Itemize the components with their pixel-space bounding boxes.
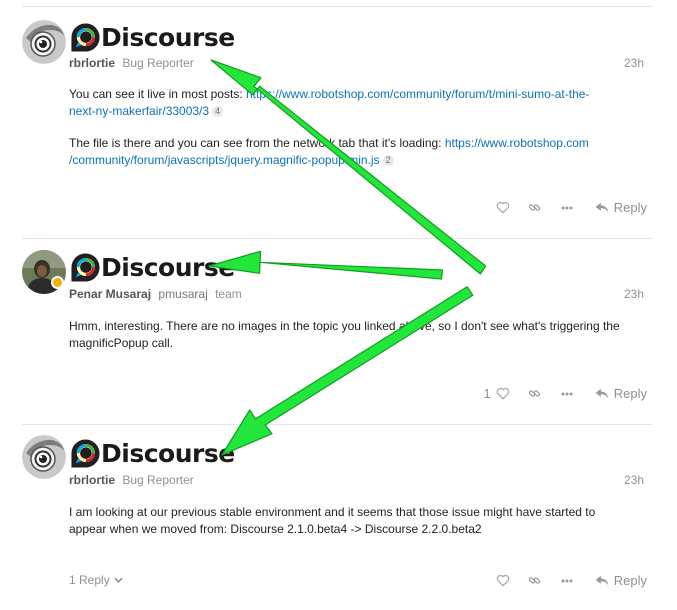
like-count[interactable]: 1 (484, 386, 491, 401)
group-flair-icon (51, 276, 64, 289)
post-meta: Penar Musaraj pmusaraj team (69, 287, 242, 301)
reply-icon (595, 388, 609, 399)
username[interactable]: pmusaraj (158, 287, 207, 301)
discourse-brand: Discourse (69, 434, 235, 472)
link-text: next-ny-makerfair/33003/3 (69, 103, 210, 118)
more-icon (561, 206, 573, 209)
more-button[interactable] (561, 579, 573, 583)
share-link-button[interactable] (528, 387, 541, 400)
post-actions: Reply (496, 200, 647, 215)
like-button[interactable] (496, 387, 510, 400)
brand-name: Discourse (101, 22, 235, 52)
like-button[interactable] (496, 574, 510, 587)
link-text: https://www.robotshop.com (444, 136, 589, 150)
post-divider (22, 238, 653, 239)
avatar[interactable] (22, 435, 66, 479)
annotation-arrow-left (208, 250, 444, 280)
link-icon (528, 204, 540, 211)
heart-icon (496, 201, 510, 214)
show-replies-button[interactable]: 1 Reply (69, 573, 123, 587)
discourse-logo-icon (71, 22, 100, 52)
link-text: https://www.robotshop.com/community/foru… (245, 87, 590, 101)
post-paragraph: You can see it live in most posts: https… (69, 86, 649, 119)
post-meta: rbrlortie Bug Reporter (69, 56, 194, 70)
avatar[interactable] (22, 20, 66, 64)
link-icon (528, 390, 540, 397)
reply-label: Reply (613, 573, 647, 588)
avatar-eye-icon (22, 20, 66, 64)
full-name[interactable]: Penar Musaraj (69, 287, 151, 301)
more-button[interactable] (561, 206, 573, 210)
post-divider (22, 424, 653, 425)
link-text: /community/forum/javascripts/jquery.magn… (69, 152, 380, 167)
reply-icon (595, 575, 609, 586)
brand-name: Discourse (101, 438, 235, 468)
reply-label: Reply (613, 200, 647, 215)
link-icon (528, 577, 540, 584)
reply-button[interactable]: Reply (595, 573, 647, 588)
post-meta: rbrlortie Bug Reporter (69, 473, 194, 487)
post-body: You can see it live in most posts: https… (69, 86, 649, 184)
replies-count-label: 1 Reply (69, 573, 110, 587)
discourse-logo-icon (71, 252, 100, 282)
click-count-badge: 4 (212, 105, 224, 117)
user-group[interactable]: team (215, 287, 242, 301)
post-date[interactable]: 23h (624, 473, 644, 487)
discourse-logo-icon (71, 438, 100, 468)
chevron-down-icon (114, 577, 123, 583)
post-date[interactable]: 23h (624, 287, 644, 301)
post-actions: 1 Reply (484, 386, 647, 401)
annotation-arrow-down (221, 286, 474, 456)
reply-button[interactable]: Reply (595, 200, 647, 215)
brand-name: Discourse (101, 252, 235, 282)
avatar-eye-icon (22, 435, 66, 479)
post-paragraph: I am looking at our previous stable envi… (69, 505, 596, 536)
like-button[interactable] (496, 201, 510, 214)
heart-icon (496, 387, 510, 400)
username[interactable]: rbrlortie (69, 56, 115, 70)
username[interactable]: rbrlortie (69, 473, 115, 487)
post-actions: Reply (496, 573, 647, 588)
share-link-button[interactable] (528, 201, 541, 214)
reply-icon (595, 202, 609, 213)
paragraph-text: The file is there and you can see from t… (69, 136, 445, 150)
more-icon (561, 579, 573, 582)
click-count-badge: 2 (382, 154, 394, 166)
reply-button[interactable]: Reply (595, 386, 647, 401)
post-body: I am looking at our previous stable envi… (69, 504, 649, 553)
post-paragraph: The file is there and you can see from t… (69, 135, 649, 168)
post-date[interactable]: 23h (624, 56, 644, 70)
more-icon (561, 392, 573, 395)
discourse-brand: Discourse (69, 248, 235, 286)
heart-icon (496, 574, 510, 587)
post-divider (22, 6, 653, 7)
more-button[interactable] (561, 392, 573, 396)
reply-label: Reply (613, 386, 647, 401)
user-title: Bug Reporter (122, 56, 194, 70)
paragraph-text: You can see it live in most posts: (69, 87, 246, 101)
discourse-brand: Discourse (69, 18, 235, 56)
post-body: Hmm, interesting. There are no images in… (69, 318, 649, 367)
share-link-button[interactable] (528, 574, 541, 587)
post-paragraph: Hmm, interesting. There are no images in… (69, 319, 620, 350)
user-title: Bug Reporter (122, 473, 194, 487)
